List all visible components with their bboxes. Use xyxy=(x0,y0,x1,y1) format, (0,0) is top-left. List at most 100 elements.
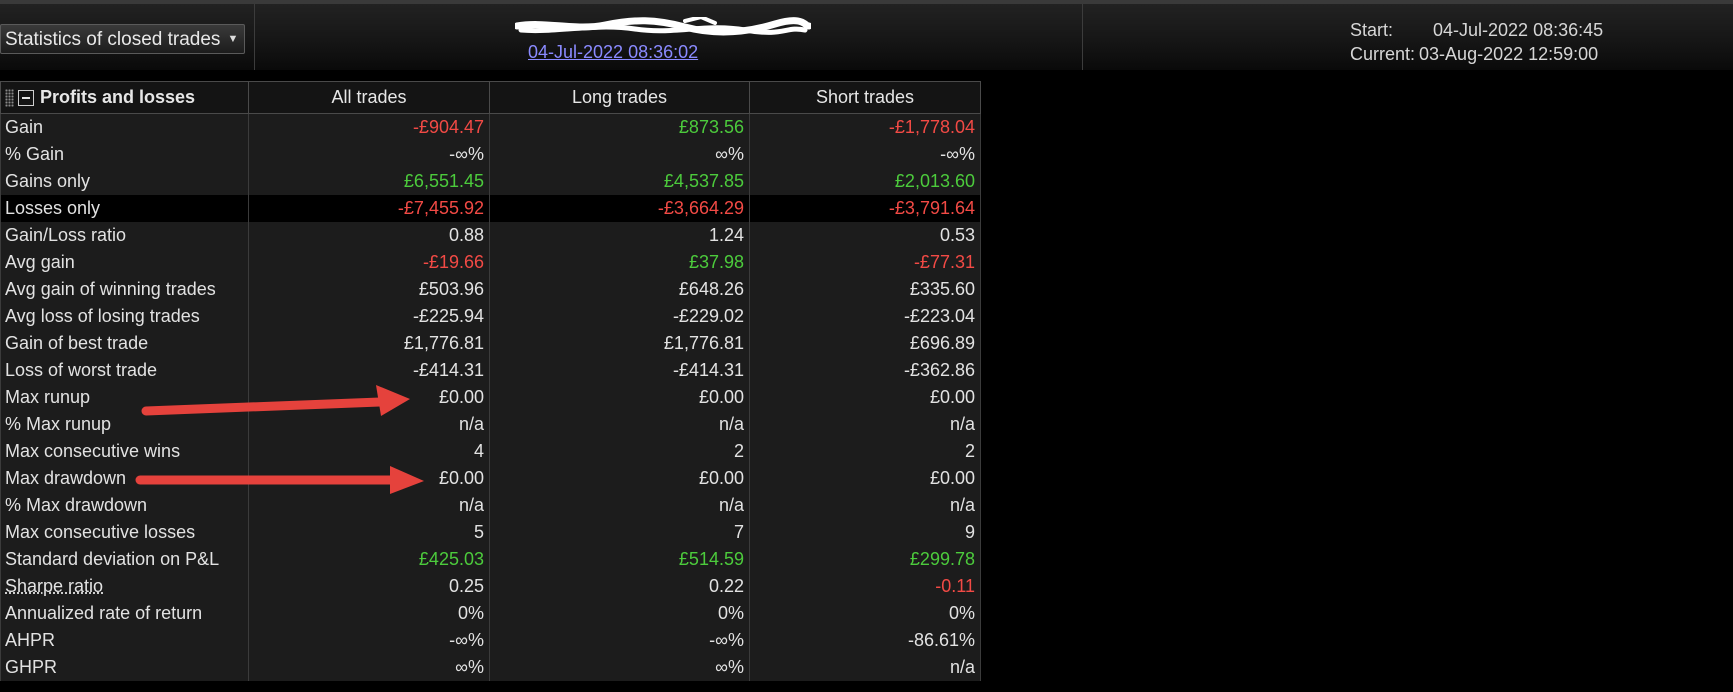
value-short-trades: £0.00 xyxy=(749,465,981,492)
row-label: Sharpe ratio xyxy=(0,573,249,600)
value-short-trades: -£3,791.64 xyxy=(749,195,981,222)
value-short-trades: -£362.86 xyxy=(749,357,981,384)
row-label: Max consecutive losses xyxy=(0,519,249,546)
table-row[interactable]: Gain -£904.47 £873.56 -£1,778.04 xyxy=(0,113,981,141)
current-label: Current: xyxy=(1350,44,1416,64)
value-short-trades: £696.89 xyxy=(749,330,981,357)
drag-handle-icon[interactable] xyxy=(5,89,14,108)
row-label-text: Annualized rate of return xyxy=(5,603,203,623)
table-row[interactable]: Max runup £0.00 £0.00 £0.00 xyxy=(0,384,981,411)
value-all-trades: -£414.31 xyxy=(248,357,490,384)
row-label: AHPR xyxy=(0,627,249,654)
row-label-text: Avg gain of winning trades xyxy=(5,279,216,299)
table-row[interactable]: Losses only -£7,455.92 -£3,664.29 -£3,791.6… xyxy=(0,195,981,222)
value-long-trades: £37.98 xyxy=(489,249,750,276)
row-label: GHPR xyxy=(0,654,249,681)
account-open-date-link[interactable]: 04-Jul-2022 08:36:02 xyxy=(528,42,698,63)
row-label-text: % Max runup xyxy=(5,414,112,434)
value-short-trades: -£223.04 xyxy=(749,303,981,330)
row-label: % Gain xyxy=(0,141,249,168)
value-long-trades: n/a xyxy=(489,492,750,519)
row-label: Gain xyxy=(0,113,249,141)
row-label-text: Gains only xyxy=(5,171,91,191)
account-name-redacted xyxy=(515,17,811,37)
value-long-trades: £514.59 xyxy=(489,546,750,573)
table-row[interactable]: AHPR -∞% -∞% -86.61% xyxy=(0,627,981,654)
row-label: % Max runup xyxy=(0,411,249,438)
table-row[interactable]: Max drawdown £0.00 £0.00 £0.00 xyxy=(0,465,981,492)
value-all-trades: £503.96 xyxy=(248,276,490,303)
table-row[interactable]: Avg loss of losing trades -£225.94 -£229.0… xyxy=(0,303,981,330)
value-all-trades: -£225.94 xyxy=(248,303,490,330)
value-long-trades: £873.56 xyxy=(489,113,750,141)
table-row[interactable]: Avg gain -£19.66 £37.98 -£77.31 xyxy=(0,249,981,276)
column-header-long-trades: Long trades xyxy=(489,81,750,114)
value-all-trades: £425.03 xyxy=(248,546,490,573)
value-long-trades: ∞% xyxy=(489,141,750,168)
redaction-scribble xyxy=(515,17,811,36)
chevron-down-icon: ▼ xyxy=(227,32,239,45)
column-header-all-trades: All trades xyxy=(248,81,490,114)
table-row[interactable]: Standard deviation on P&L £425.03 £514.59 £… xyxy=(0,546,981,573)
header-divider xyxy=(254,4,255,70)
column-header-short-trades: Short trades xyxy=(749,81,981,114)
table-row[interactable]: Max consecutive losses 5 7 9 xyxy=(0,519,981,546)
row-label: Gain/Loss ratio xyxy=(0,222,249,249)
section-header: Profits and losses xyxy=(0,81,249,114)
value-all-trades: ∞% xyxy=(248,654,490,681)
row-label-text: AHPR xyxy=(5,630,56,650)
value-all-trades: -∞% xyxy=(248,627,490,654)
value-short-trades: -0.11 xyxy=(749,573,981,600)
table-row[interactable]: % Max drawdown n/a n/a n/a xyxy=(0,492,981,519)
row-label: % Max drawdown xyxy=(0,492,249,519)
row-label-text: % Max drawdown xyxy=(5,495,148,515)
table-row[interactable]: % Max runup n/a n/a n/a xyxy=(0,411,981,438)
row-label: Gains only xyxy=(0,168,249,195)
value-all-trades: -£19.66 xyxy=(248,249,490,276)
row-label: Avg gain xyxy=(0,249,249,276)
row-label: Max runup xyxy=(0,384,249,411)
table-row[interactable]: Avg gain of winning trades £503.96 £648.26… xyxy=(0,276,981,303)
value-short-trades: n/a xyxy=(749,654,981,681)
value-short-trades: n/a xyxy=(749,411,981,438)
value-short-trades: 0.53 xyxy=(749,222,981,249)
statistics-mode-dropdown[interactable]: Statistics of closed trades ▼ xyxy=(0,24,246,54)
table-row[interactable]: Gains only £6,551.45 £4,537.85 £2,013.60 xyxy=(0,168,981,195)
value-long-trades: £0.00 xyxy=(489,384,750,411)
minus-box-icon[interactable] xyxy=(18,90,34,107)
table-row[interactable]: Sharpe ratio 0.25 0.22 -0.11 xyxy=(0,573,981,600)
session-times: Start: 04-Jul-2022 08:36:45 Current: 03-… xyxy=(1350,18,1603,66)
value-short-trades: £335.60 xyxy=(749,276,981,303)
statistics-mode-label: Statistics of closed trades xyxy=(5,28,221,50)
table-row[interactable]: Annualized rate of return 0% 0% 0% xyxy=(0,600,981,627)
start-label: Start: xyxy=(1350,20,1394,40)
row-label-text: Gain of best trade xyxy=(5,333,149,353)
row-label-text: Gain xyxy=(5,117,44,137)
row-label: Avg loss of losing trades xyxy=(0,303,249,330)
value-long-trades: 1.24 xyxy=(489,222,750,249)
table-header-row: Profits and losses All trades Long trade… xyxy=(0,81,981,114)
value-all-trades: -∞% xyxy=(248,141,490,168)
table-row[interactable]: Max consecutive wins 4 2 2 xyxy=(0,438,981,465)
row-label-text: Avg loss of losing trades xyxy=(5,306,200,326)
profits-losses-table: Profits and losses All trades Long trade… xyxy=(0,81,981,681)
value-short-trades: -£1,778.04 xyxy=(749,113,981,141)
row-label-text[interactable]: Sharpe ratio xyxy=(5,576,103,596)
value-long-trades: £648.26 xyxy=(489,276,750,303)
value-all-trades: 0.88 xyxy=(248,222,490,249)
row-label: Losses only xyxy=(0,195,249,222)
value-short-trades: £299.78 xyxy=(749,546,981,573)
current-value: 03-Aug-2022 12:59:00 xyxy=(1419,44,1599,64)
row-label-text: Max consecutive wins xyxy=(5,441,181,461)
table-row[interactable]: Gain of best trade £1,776.81 £1,776.81 £696… xyxy=(0,330,981,357)
value-all-trades: 0.25 xyxy=(248,573,490,600)
value-short-trades: £2,013.60 xyxy=(749,168,981,195)
row-label-text: Max drawdown xyxy=(5,468,127,488)
table-row[interactable]: GHPR ∞% ∞% n/a xyxy=(0,654,981,681)
section-title: Profits and losses xyxy=(40,87,196,107)
row-label: Annualized rate of return xyxy=(0,600,249,627)
table-row[interactable]: % Gain -∞% ∞% -∞% xyxy=(0,141,981,168)
table-row[interactable]: Loss of worst trade -£414.31 -£414.31 -£362… xyxy=(0,357,981,384)
table-row[interactable]: Gain/Loss ratio 0.88 1.24 0.53 xyxy=(0,222,981,249)
value-short-trades: -£77.31 xyxy=(749,249,981,276)
